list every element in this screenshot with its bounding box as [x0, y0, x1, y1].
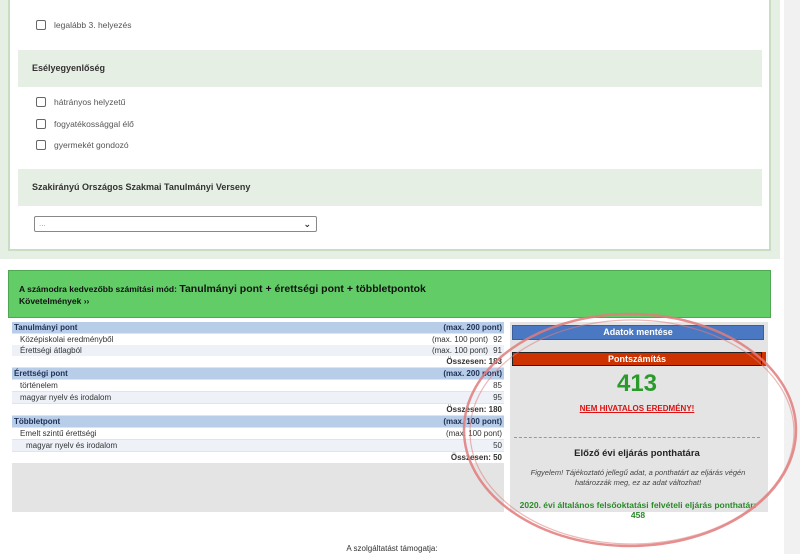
table-header-label: Többletpont [14, 417, 61, 426]
row-total: Összesen: 180 [446, 405, 502, 414]
table-row: Emelt szintű érettségi (max. 100 pont) [12, 428, 504, 439]
row-label: magyar nyelv és irodalom [20, 393, 112, 402]
table-row: magyar nyelv és irodalom 95 [12, 392, 504, 403]
checkbox[interactable] [36, 119, 46, 129]
checkbox-label: fogyatékossággal élő [54, 119, 134, 129]
checkbox[interactable] [36, 140, 46, 150]
calculation-mode-text: A számodra kedvezőbb számítási mód: Tanu… [19, 283, 760, 295]
row-value: 91 [493, 346, 502, 355]
total-score: 413 [616, 370, 658, 397]
checkbox-label: legalább 3. helyezés [54, 20, 132, 30]
table-header-study: Tanulmányi pont (max. 200 pont) [12, 322, 504, 333]
row-label: Emelt szintű érettségi [20, 429, 97, 438]
table-row-total: Összesen: 50 [12, 452, 504, 463]
calculation-mode: Tanulmányi pont + érettségi pont + többl… [179, 283, 426, 295]
select-value: ... [39, 219, 46, 228]
equal-opportunity-option-3[interactable]: gyermekét gondozó [36, 138, 129, 152]
row-value: 50 [493, 441, 502, 450]
calculation-mode-banner: A számodra kedvezőbb számítási mód: Tanu… [8, 270, 771, 318]
row-label: Középiskolai eredményből [20, 335, 114, 344]
row-label: történelem [20, 381, 58, 390]
equal-opportunity-option-2[interactable]: fogyatékossággal élő [36, 117, 134, 131]
table-row-total: Összesen: 183 [12, 356, 504, 367]
scrollbar[interactable] [784, 0, 800, 554]
table-row: Középiskolai eredményből (max. 100 pont)… [12, 334, 504, 345]
table-row: magyar nyelv és irodalom 50 [12, 440, 504, 451]
row-max: (max. 100 pont) [431, 335, 488, 344]
table-header-label: Tanulmányi pont [14, 323, 78, 332]
result-panel: Adatok mentése Pontszámítás 413 NEM HIVA… [510, 322, 768, 520]
checkbox-label: hátrányos helyzetű [54, 97, 126, 107]
row-value: 92 [493, 335, 502, 344]
checkbox-label: gyermekét gondozó [54, 140, 129, 150]
row-total: Összesen: 50 [450, 453, 502, 462]
row-label: magyar nyelv és irodalom [26, 441, 118, 450]
row-value: 85 [493, 381, 502, 390]
table-row: történelem 85 [12, 380, 504, 391]
table-header-max: (max. 100 pont) [443, 417, 502, 426]
table-header-max: (max. 200 pont) [443, 369, 502, 378]
calculate-points-button[interactable]: Pontszámítás [512, 352, 762, 366]
threshold-warning: Figyelem! Tájékoztató jellegű adat, a po… [530, 468, 746, 487]
competition-select[interactable]: ... ⌄ [34, 216, 317, 232]
previous-threshold-title: Előző évi eljárás ponthatára [574, 448, 700, 459]
row-max: (max. 100 pont) [445, 429, 502, 438]
row-total: Összesen: 183 [446, 357, 502, 366]
table-header-label: Érettségi pont [14, 369, 68, 378]
save-data-button[interactable]: Adatok mentése [512, 325, 764, 340]
row-label: Érettségi átlagból [20, 346, 82, 355]
chevron-down-icon: ⌄ [303, 219, 311, 229]
unofficial-notice: NEM HIVATALOS EREDMÉNY! [579, 404, 695, 413]
table-header-extra: Többletpont (max. 100 pont) [12, 416, 504, 427]
section-title-competition: Szakirányú Országos Szakmai Tanulmányi V… [18, 169, 762, 206]
points-table: Tanulmányi pont (max. 200 pont) Középisk… [12, 322, 504, 512]
equal-opportunity-option-1[interactable]: hátrányos helyzetű [36, 95, 125, 109]
table-header-exam: Érettségi pont (max. 200 pont) [12, 368, 504, 379]
calculation-mode-prefix: A számodra kedvezőbb számítási mód: [19, 284, 177, 294]
previous-threshold-value: 2020. évi általános felsőoktatási felvét… [519, 500, 757, 520]
table-row-total: Összesen: 180 [12, 404, 504, 415]
table-header-max: (max. 200 pont) [443, 323, 502, 332]
divider [514, 437, 760, 438]
placement-option[interactable]: legalább 3. helyezés [36, 18, 132, 32]
section-title-equal-opportunity: Esélyegyenlőség [18, 50, 762, 87]
row-max: (max. 100 pont) [431, 346, 488, 355]
requirements-link[interactable]: Követelmények ›› [19, 296, 760, 306]
table-row: Érettségi átlagból (max. 100 pont) 91 [12, 345, 504, 356]
calculate-button-edge [762, 352, 766, 366]
checkbox[interactable] [36, 20, 46, 30]
checkbox[interactable] [36, 97, 46, 107]
support-text: A szolgáltatást támogatja: [346, 544, 438, 553]
row-value: 95 [493, 393, 502, 402]
